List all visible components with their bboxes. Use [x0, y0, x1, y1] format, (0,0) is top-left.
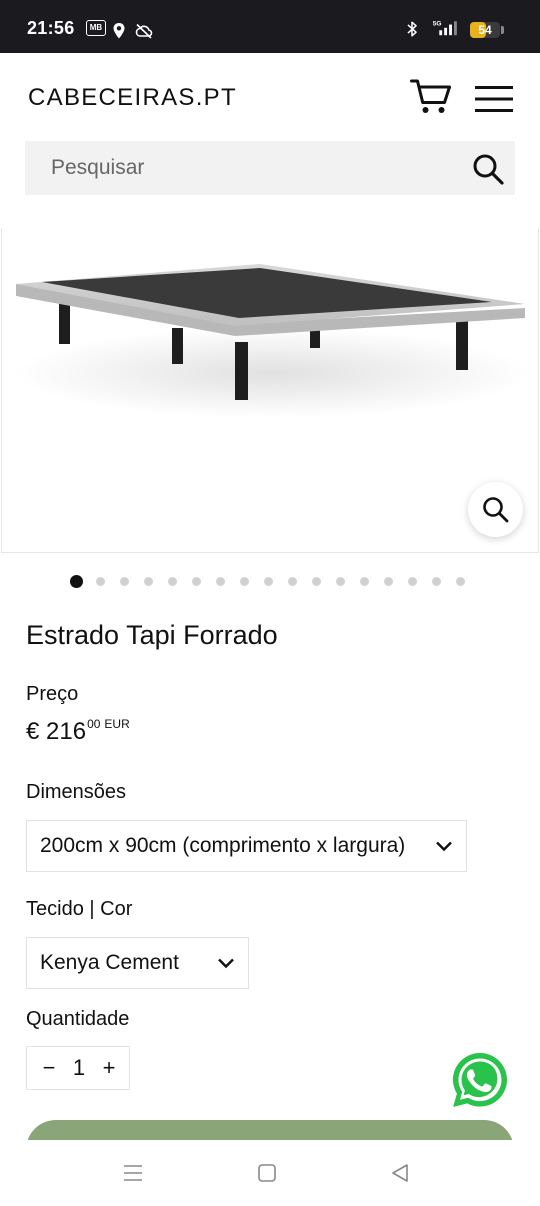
price-label: Preço [26, 683, 79, 705]
dimensions-label: Dimensões [26, 781, 127, 803]
gallery-dot[interactable] [240, 576, 249, 586]
search-input[interactable] [51, 141, 441, 195]
chevron-down-icon [218, 958, 234, 969]
home-icon[interactable] [257, 1163, 277, 1183]
gallery-dot[interactable] [264, 576, 273, 586]
bluetooth-icon [407, 21, 417, 37]
product-image[interactable] [1, 228, 539, 553]
cloud-off-icon [135, 23, 153, 39]
zoom-button[interactable] [468, 482, 523, 537]
gallery-dot[interactable] [336, 576, 345, 586]
gallery-dot[interactable] [360, 576, 369, 586]
fabric-value: Kenya Cement [40, 951, 179, 974]
gallery-dot[interactable] [120, 576, 129, 586]
search-icon[interactable] [472, 153, 504, 185]
gallery-dot[interactable] [288, 576, 297, 586]
gallery-dot[interactable] [432, 576, 441, 586]
gallery-pagination [70, 574, 480, 588]
quantity-plus-button[interactable]: + [99, 1057, 119, 1079]
dimensions-select[interactable]: 200cm x 90cm (comprimento x largura) [26, 820, 467, 872]
product-title: Estrado Tapi Forrado [26, 620, 278, 650]
signal-icon: 5G [433, 20, 457, 36]
dimensions-value: 200cm x 90cm (comprimento x largura) [40, 834, 406, 857]
quantity-minus-button[interactable]: − [39, 1057, 59, 1079]
fabric-label: Tecido | Cor [26, 898, 133, 920]
whatsapp-icon[interactable] [449, 1049, 511, 1111]
product-price: € 21600 EUR [26, 717, 130, 746]
quantity-value[interactable]: 1 [67, 1055, 91, 1081]
gallery-dot[interactable] [384, 576, 393, 586]
location-icon [113, 23, 125, 39]
price-currency: EUR [104, 717, 130, 731]
menu-icon[interactable] [475, 84, 513, 114]
battery-tip [501, 26, 504, 34]
gallery-dot[interactable] [456, 576, 465, 586]
gallery-dot[interactable] [144, 576, 153, 586]
gallery-dot[interactable] [216, 576, 225, 586]
system-nav-bar [0, 1140, 540, 1206]
status-bar: 21:56 MB 5G 54 [0, 0, 540, 53]
gallery-dot[interactable] [168, 576, 177, 586]
chevron-down-icon [436, 841, 452, 852]
zoom-icon [483, 497, 509, 523]
gallery-dot[interactable] [96, 576, 105, 586]
price-main: € 216 [26, 718, 87, 745]
gallery-dot[interactable] [312, 576, 321, 586]
fabric-select[interactable]: Kenya Cement [26, 937, 249, 989]
site-logo[interactable]: CABECEIRAS.PT [28, 84, 237, 112]
gallery-dot-active[interactable] [70, 574, 83, 588]
search-bar [25, 141, 515, 195]
gallery-dot[interactable] [192, 576, 201, 586]
battery-percent: 54 [478, 23, 492, 37]
battery-icon: 54 [470, 22, 500, 38]
price-cents: 00 [87, 717, 101, 731]
mb-icon: MB [86, 20, 106, 36]
bed-base-image [12, 264, 532, 418]
status-time: 21:56 [27, 18, 75, 38]
quantity-stepper: − 1 + [26, 1046, 130, 1090]
back-icon[interactable] [389, 1162, 411, 1184]
quantity-label: Quantidade [26, 1008, 130, 1030]
recent-apps-icon[interactable] [123, 1163, 143, 1183]
gallery-dot[interactable] [408, 576, 417, 586]
cart-icon[interactable] [410, 78, 452, 116]
svg-text:5G: 5G [433, 20, 442, 27]
